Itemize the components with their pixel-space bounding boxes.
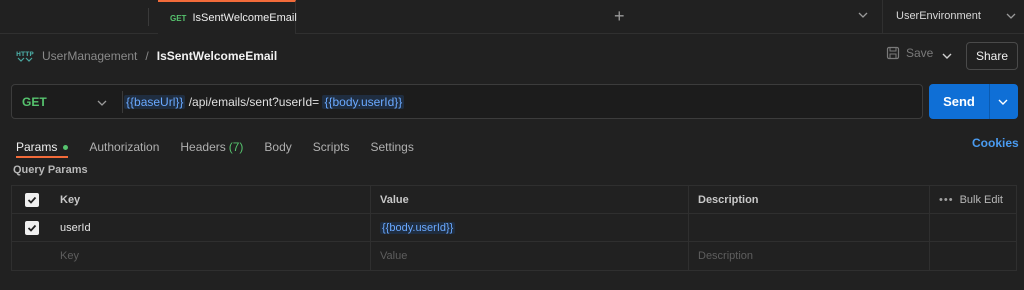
env-divider — [882, 0, 883, 33]
new-description-input[interactable]: Description — [689, 242, 930, 270]
tab-list-chevron-down-icon[interactable] — [858, 10, 868, 20]
tab-bar: GET IsSentWelcomeEmail + UserEnvironment — [0, 0, 1024, 34]
send-button-group: Send — [929, 84, 1018, 119]
checkbox-checked-icon — [24, 221, 39, 235]
method-chevron-down-icon[interactable] — [97, 98, 107, 108]
tab-authorization[interactable]: Authorization — [89, 136, 159, 158]
tab-divider — [148, 8, 149, 26]
breadcrumb-separator: / — [145, 49, 149, 63]
new-row-checkbox-cell — [12, 242, 51, 270]
save-options-chevron-down-icon[interactable] — [942, 51, 952, 61]
share-button[interactable]: Share — [966, 42, 1018, 70]
column-header-value: Value — [371, 186, 689, 214]
new-row-actions-cell — [930, 242, 1016, 270]
method-url-divider — [122, 91, 123, 113]
tab-scripts-label: Scripts — [312, 140, 350, 154]
tab-body[interactable]: Body — [264, 136, 291, 158]
send-options-chevron-down-icon[interactable] — [997, 97, 1009, 107]
tab-title: IsSentWelcomeEmail — [192, 12, 297, 24]
http-request-icon: HTTP — [16, 51, 34, 62]
table-row: userId {{body.userId}} — [12, 214, 1016, 242]
tab-body-label: Body — [264, 140, 292, 154]
table-header-row: Key Value Description ••• Bulk Edit — [12, 186, 1016, 214]
column-header-key: Key — [51, 186, 371, 214]
tab-authorization-label: Authorization — [89, 140, 160, 154]
environment-chevron-down-icon[interactable] — [1006, 11, 1016, 21]
request-tabs: Params Authorization Headers (7) Body Sc… — [16, 136, 435, 158]
tab-scripts[interactable]: Scripts — [313, 136, 350, 158]
breadcrumb: HTTP UserManagement / IsSentWelcomeEmail — [16, 47, 277, 65]
tab-params[interactable]: Params — [16, 136, 69, 158]
param-value-input[interactable]: {{body.userId}} — [371, 214, 689, 242]
row-actions-cell — [930, 214, 1016, 242]
param-key-input[interactable]: userId — [51, 214, 371, 242]
param-description-input[interactable] — [689, 214, 930, 242]
column-header-description: Description — [689, 186, 930, 214]
headers-count-badge: (7) — [228, 140, 244, 154]
url-input[interactable]: {{baseUrl}} /api/emails/sent?userId= {{b… — [124, 95, 405, 109]
method-selector[interactable]: GET — [22, 95, 47, 109]
save-button[interactable]: Save — [886, 46, 933, 60]
query-params-table: Key Value Description ••• Bulk Edit user… — [11, 185, 1017, 271]
save-label: Save — [906, 46, 934, 60]
tab-params-label: Params — [16, 140, 58, 154]
request-tab[interactable]: GET IsSentWelcomeEmail — [158, 0, 297, 34]
table-row-new: Key Value Description — [12, 242, 1016, 270]
row-enabled-checkbox[interactable] — [12, 214, 51, 242]
environment-selector[interactable]: UserEnvironment — [896, 10, 981, 22]
svg-text:HTTP: HTTP — [16, 51, 34, 58]
param-value-variable: {{body.userId}} — [380, 222, 456, 234]
tab-settings[interactable]: Settings — [370, 136, 413, 158]
select-all-checkbox[interactable] — [12, 186, 51, 214]
tab-settings-label: Settings — [370, 140, 414, 154]
cookies-link[interactable]: Cookies — [972, 136, 1019, 150]
new-value-input[interactable]: Value — [371, 242, 689, 270]
params-active-dot-icon — [63, 144, 69, 150]
new-key-input[interactable]: Key — [51, 242, 371, 270]
more-dots-icon[interactable]: ••• — [939, 194, 954, 206]
save-disk-icon — [886, 46, 900, 60]
checkbox-checked-icon — [24, 193, 39, 207]
tab-method-label: GET — [170, 13, 187, 23]
url-path: /api/emails/sent?userId= — [185, 95, 323, 109]
url-variable-userid: {{body.userId}} — [322, 95, 405, 109]
breadcrumb-current-request[interactable]: IsSentWelcomeEmail — [157, 49, 278, 63]
new-tab-plus-icon[interactable]: + — [614, 7, 625, 25]
send-button[interactable]: Send — [929, 84, 989, 119]
tab-headers[interactable]: Headers (7) — [180, 136, 243, 158]
query-params-title: Query Params — [13, 164, 88, 176]
breadcrumb-collection[interactable]: UserManagement — [42, 49, 137, 63]
bulk-edit-button[interactable]: ••• Bulk Edit — [930, 186, 1016, 214]
url-bar: GET {{baseUrl}} /api/emails/sent?userId=… — [11, 84, 923, 119]
url-variable-baseurl: {{baseUrl}} — [124, 95, 186, 109]
bulk-edit-label: Bulk Edit — [959, 194, 1003, 206]
send-divider — [989, 84, 990, 119]
tab-headers-label: Headers — [180, 140, 226, 154]
